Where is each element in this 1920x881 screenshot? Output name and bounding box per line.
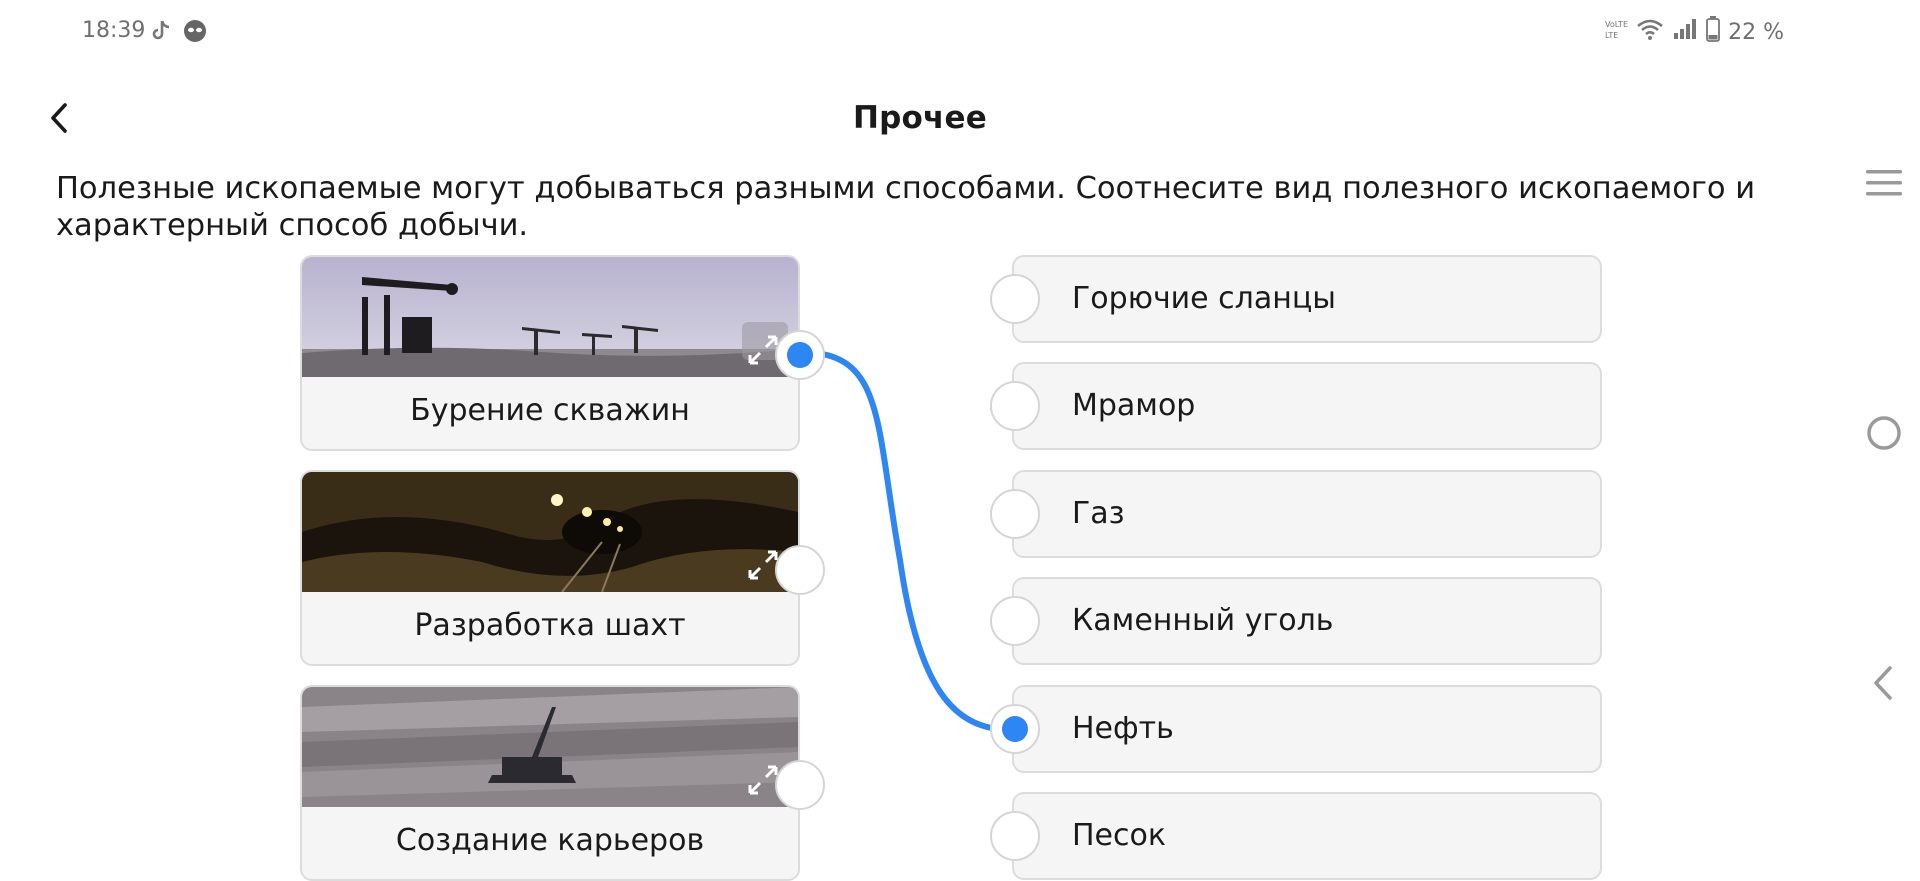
- right-connector-handle[interactable]: [990, 489, 1040, 539]
- left-card-drilling[interactable]: Бурение скважин: [300, 255, 825, 451]
- right-item-gas[interactable]: Газ: [990, 470, 1602, 558]
- left-card-quarries[interactable]: Создание карьеров: [300, 685, 825, 881]
- left-item-label: Бурение скважин: [410, 393, 690, 428]
- volte-icon: VoLTE LTE: [1604, 17, 1628, 47]
- side-navigation: [1840, 0, 1920, 867]
- question-text: Полезные ископаемые могут добываться раз…: [56, 171, 1756, 243]
- right-item-label: Горючие сланцы: [1072, 281, 1336, 316]
- right-item-oil-shale[interactable]: Горючие сланцы: [990, 255, 1602, 343]
- left-card-mines[interactable]: Разработка шахт: [300, 470, 825, 666]
- right-connector-handle[interactable]: [990, 381, 1040, 431]
- header: Прочее: [0, 90, 1840, 150]
- alien-icon: [182, 18, 208, 44]
- status-bar: 18:39 VoLTE LTE 22 %: [0, 0, 1920, 64]
- status-time: 18:39: [82, 18, 146, 43]
- right-item-label: Каменный уголь: [1072, 603, 1334, 638]
- right-item-coal[interactable]: Каменный уголь: [990, 577, 1602, 665]
- right-item-oil[interactable]: Нефть: [990, 685, 1602, 773]
- right-connector-handle[interactable]: [990, 274, 1040, 324]
- mine-tunnel-photo: [302, 472, 798, 592]
- menu-icon[interactable]: [1866, 168, 1902, 202]
- right-item-label: Газ: [1072, 496, 1125, 531]
- page-title: Прочее: [853, 100, 987, 136]
- connected-dot: [787, 342, 813, 368]
- battery-level: 22 %: [1728, 19, 1784, 45]
- battery-icon: [1706, 16, 1720, 48]
- connected-dot: [1002, 716, 1028, 742]
- home-circle-icon[interactable]: [1866, 415, 1902, 455]
- right-connector-handle[interactable]: [990, 811, 1040, 861]
- right-item-label: Песок: [1072, 818, 1166, 853]
- signal-icon: [1672, 17, 1698, 47]
- left-item-label: Разработка шахт: [414, 608, 686, 643]
- left-connector-handle[interactable]: [775, 330, 825, 380]
- oil-pumpjacks-photo: [302, 257, 798, 377]
- left-connector-handle[interactable]: [775, 760, 825, 810]
- status-right: VoLTE LTE 22 %: [1604, 16, 1784, 48]
- tiktok-icon: [148, 18, 174, 44]
- right-item-label: Мрамор: [1072, 388, 1196, 423]
- right-item-marble[interactable]: Мрамор: [990, 362, 1602, 450]
- svg-text:LTE: LTE: [1605, 31, 1618, 40]
- svg-text:VoLTE: VoLTE: [1605, 20, 1628, 29]
- right-connector-handle[interactable]: [990, 596, 1040, 646]
- right-connector-handle[interactable]: [990, 704, 1040, 754]
- open-pit-excavator-photo: [302, 687, 798, 807]
- left-item-label: Создание карьеров: [395, 823, 705, 858]
- right-item-label: Нефть: [1072, 711, 1174, 746]
- left-connector-handle[interactable]: [775, 545, 825, 595]
- wifi-icon: [1636, 17, 1664, 47]
- back-arrow-icon[interactable]: [1870, 665, 1896, 705]
